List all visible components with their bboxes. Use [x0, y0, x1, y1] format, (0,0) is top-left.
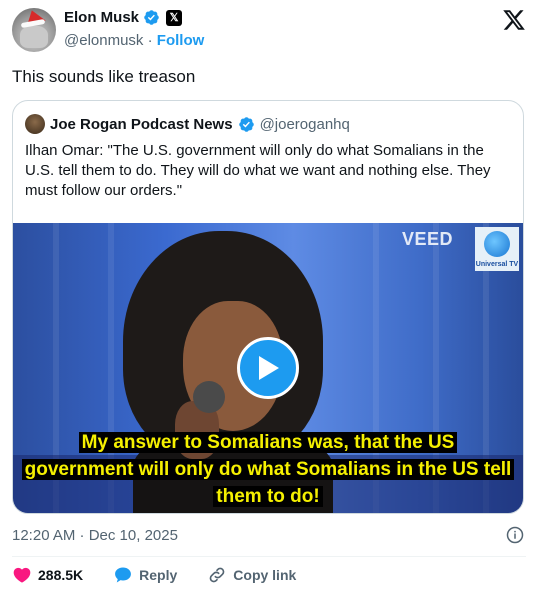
author-handle[interactable]: @elonmusk	[64, 32, 143, 49]
x-affiliate-badge-icon: 𝕏	[166, 9, 183, 26]
copy-link-button[interactable]: Copy link	[207, 565, 296, 585]
universal-tv-logo: Universal TV	[475, 227, 519, 271]
tweet-text: This sounds like treason	[12, 67, 196, 86]
video-player[interactable]: VEED Universal TV My answer to Somalians…	[13, 223, 523, 513]
quoted-header: Joe Rogan Podcast News @joeroganhq	[25, 114, 350, 134]
play-button[interactable]	[237, 337, 299, 399]
caption-line: My answer to Somalians was, that the US	[78, 432, 458, 453]
quoted-text: Ilhan Omar: "The U.S. government will on…	[25, 142, 491, 199]
veed-watermark: VEED	[401, 229, 453, 249]
follow-button[interactable]: Follow	[157, 32, 205, 49]
microphone	[193, 381, 225, 413]
x-logo-icon[interactable]	[502, 8, 526, 32]
separator-dot: ·	[147, 32, 153, 49]
video-caption: My answer to Somalians was, that the US …	[13, 429, 523, 510]
author-avatar[interactable]	[12, 8, 56, 52]
reply-button[interactable]: Reply	[113, 565, 177, 585]
quoted-author-handle[interactable]: @joeroganhq	[260, 116, 350, 133]
author-name[interactable]: Elon Musk	[64, 9, 139, 26]
reply-label: Reply	[139, 567, 178, 583]
action-bar: 288.5K Reply Copy link	[12, 565, 326, 585]
author-handle-row: @elonmusk · Follow	[64, 32, 204, 49]
play-icon	[259, 356, 279, 380]
quoted-tweet[interactable]: Joe Rogan Podcast News @joeroganhq Ilhan…	[12, 100, 524, 514]
info-icon[interactable]	[506, 526, 524, 544]
reply-bubble-icon	[115, 567, 132, 583]
logo-text: Universal TV	[475, 261, 519, 268]
verified-badge-icon	[144, 10, 159, 25]
author-name-row: Elon Musk 𝕏	[64, 9, 183, 26]
quoted-avatar[interactable]	[25, 114, 45, 134]
tweet-timestamp[interactable]: 12:20 AM · Dec 10, 2025	[12, 527, 178, 544]
divider	[12, 556, 526, 557]
tweet-header: Elon Musk 𝕏 @elonmusk · Follow	[12, 6, 526, 54]
verified-badge-icon	[238, 116, 254, 132]
link-icon	[209, 567, 225, 583]
caption-line: them to do!	[213, 486, 323, 507]
avatar-face	[20, 26, 48, 48]
heart-icon	[13, 567, 31, 583]
like-button[interactable]: 288.5K	[12, 565, 83, 585]
globe-icon	[484, 231, 510, 257]
like-count: 288.5K	[38, 567, 84, 583]
quoted-author-name[interactable]: Joe Rogan Podcast News	[50, 116, 233, 133]
caption-line: government will only do what Somalians i…	[21, 459, 515, 480]
copy-link-label: Copy link	[233, 567, 297, 583]
